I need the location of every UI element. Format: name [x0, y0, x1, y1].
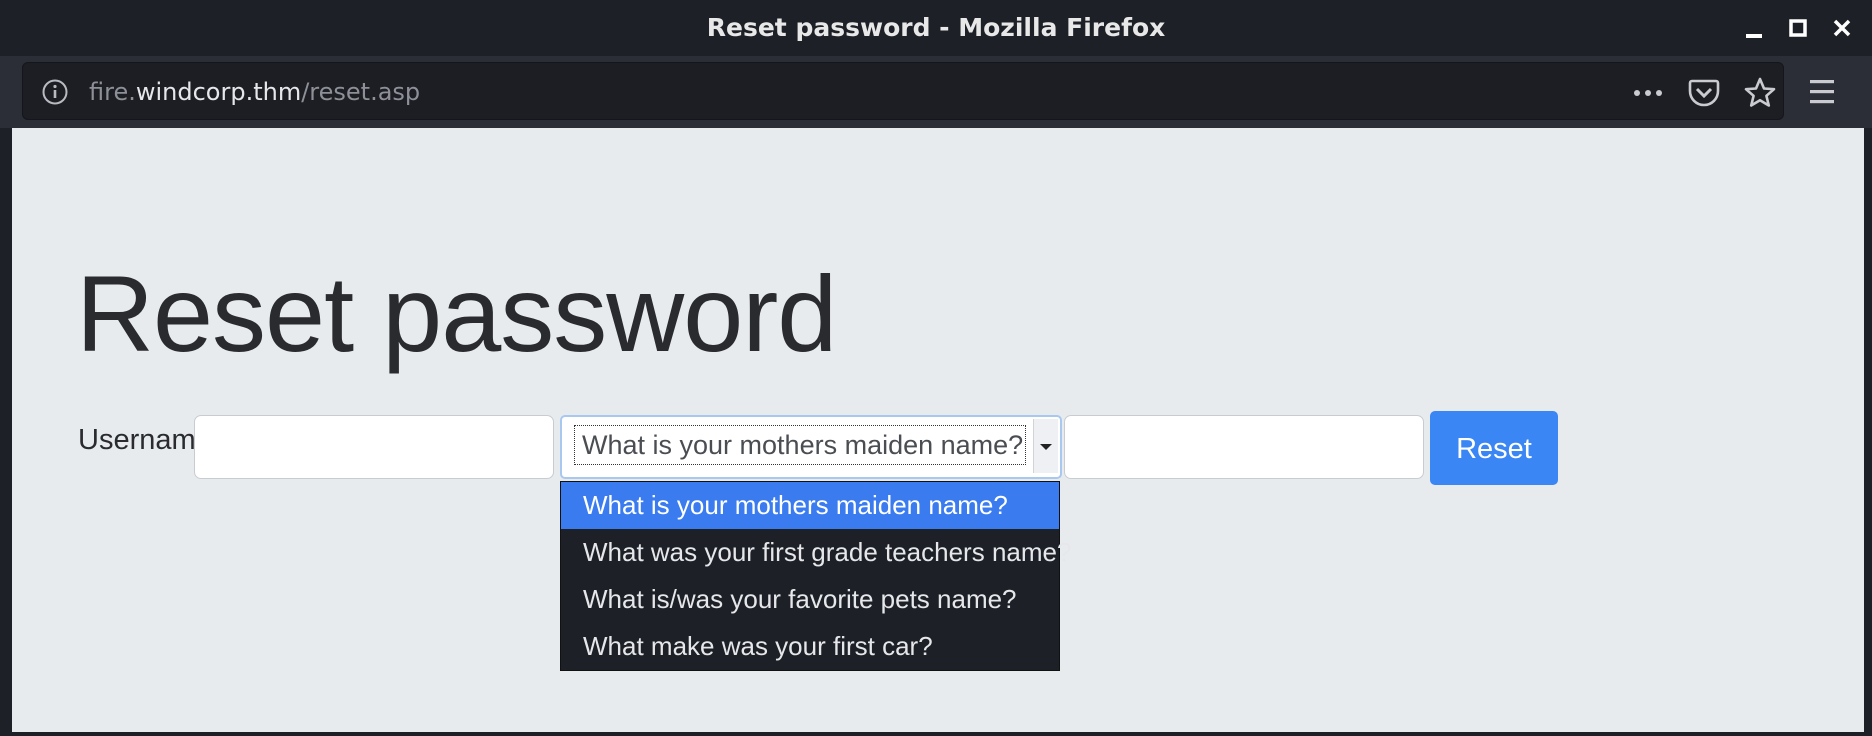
dropdown-option[interactable]: What make was your first car?: [561, 623, 1059, 670]
dropdown-option[interactable]: What is/was your favorite pets name?: [561, 576, 1059, 623]
dropdown-option[interactable]: What was your first grade teachers name?: [561, 529, 1071, 576]
more-icon[interactable]: [1631, 80, 1665, 106]
security-question-select[interactable]: What is your mothers maiden name?: [560, 415, 1062, 479]
select-value: What is your mothers maiden name?: [582, 430, 1024, 460]
window-title: Reset password - Mozilla Firefox: [706, 13, 1166, 42]
url-prefix: fire.: [89, 78, 136, 106]
browser-window: Reset password - Mozilla Firefox fire.wi…: [0, 0, 1872, 736]
url-bar[interactable]: fire.windcorp.thm/reset.asp: [22, 62, 1784, 120]
star-icon[interactable]: [1743, 77, 1777, 107]
pocket-icon[interactable]: [1687, 79, 1721, 107]
url-path: /reset.asp: [301, 78, 421, 106]
chevron-down-icon: [1040, 444, 1052, 450]
menu-icon[interactable]: [1806, 78, 1838, 106]
url-domain: windcorp.thm: [135, 78, 302, 106]
page-content: Reset password Username: What is your mo…: [12, 128, 1864, 732]
nav-toolbar: fire.windcorp.thm/reset.asp: [0, 56, 1872, 128]
dropdown-list: What is your mothers maiden name? What w…: [560, 481, 1071, 671]
close-icon[interactable]: [1829, 16, 1855, 42]
dropdown-option[interactable]: What is your mothers maiden name?: [561, 482, 1059, 529]
username-input[interactable]: [194, 415, 554, 479]
info-icon[interactable]: [41, 78, 69, 106]
minimize-icon[interactable]: [1741, 16, 1767, 42]
url-text[interactable]: fire.windcorp.thm/reset.asp: [89, 63, 420, 121]
answer-input[interactable]: [1064, 415, 1424, 479]
title-bar: Reset password - Mozilla Firefox: [0, 0, 1872, 56]
page-title: Reset password: [76, 253, 837, 374]
select-arrow-button[interactable]: [1033, 419, 1058, 473]
reset-button[interactable]: Reset: [1430, 411, 1558, 485]
maximize-icon[interactable]: [1785, 16, 1811, 42]
